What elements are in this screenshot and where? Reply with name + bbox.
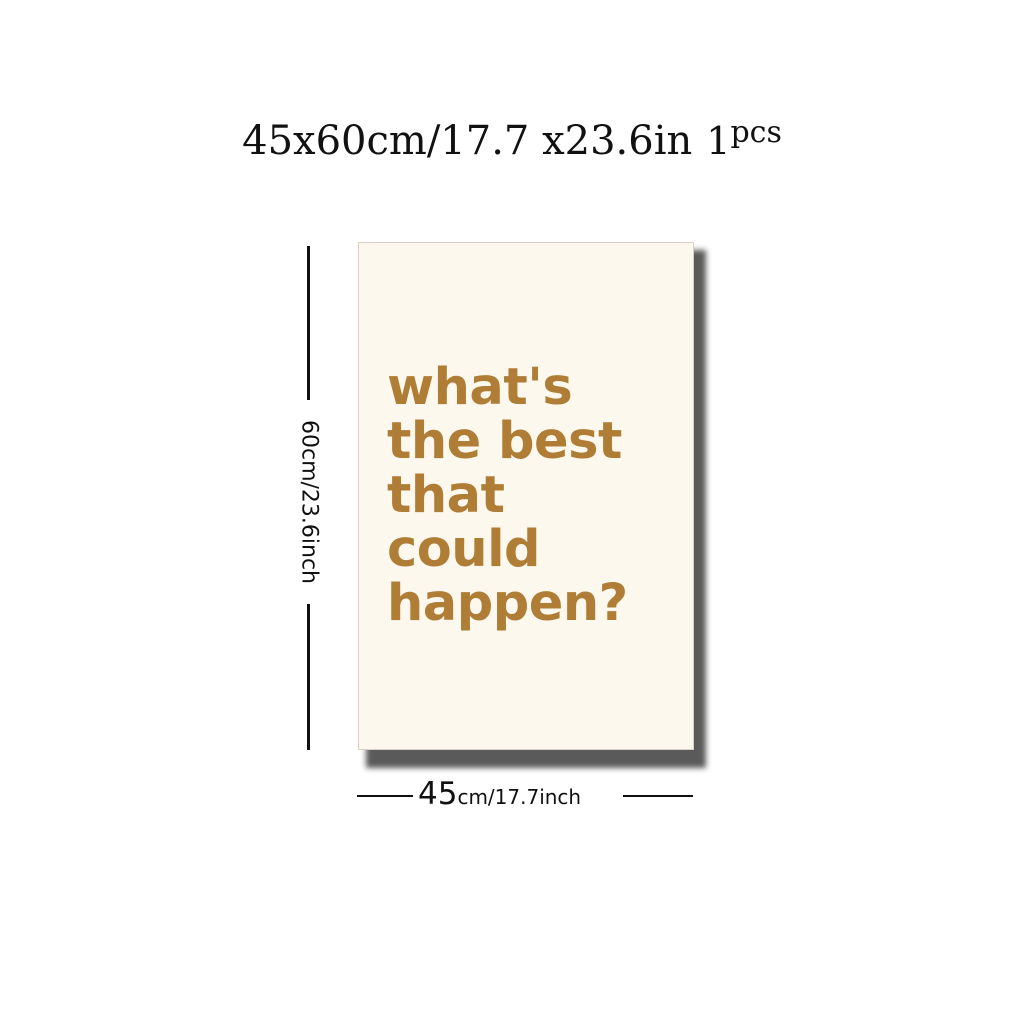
poster: what's the best that could happen? (358, 242, 694, 750)
width-line-left (357, 795, 413, 797)
width-label: 45cm/17.7inch (418, 776, 581, 812)
size-title-unit: pcs (730, 115, 782, 150)
width-line-right (623, 795, 693, 797)
quote-line-3: that (387, 466, 505, 525)
width-label-number: 45 (418, 776, 458, 812)
height-label: 60cm/23.6inch (296, 419, 322, 585)
height-line-top (307, 246, 310, 400)
width-label-unit: cm/17.7inch (457, 785, 582, 809)
size-title-quantity: 1 (706, 119, 731, 163)
height-line-bottom (307, 604, 310, 750)
quote-line-1: what's (387, 358, 573, 417)
size-title-dimensions: 45x60cm/17.7 x23.6in (242, 118, 693, 164)
quote-line-5: happen? (387, 574, 628, 633)
size-title: 45x60cm/17.7 x23.6in 1pcs (0, 115, 1024, 164)
poster-quote: what's the best that could happen? (387, 361, 628, 631)
quote-line-4: could (387, 520, 541, 579)
quote-line-2: the best (387, 412, 622, 471)
